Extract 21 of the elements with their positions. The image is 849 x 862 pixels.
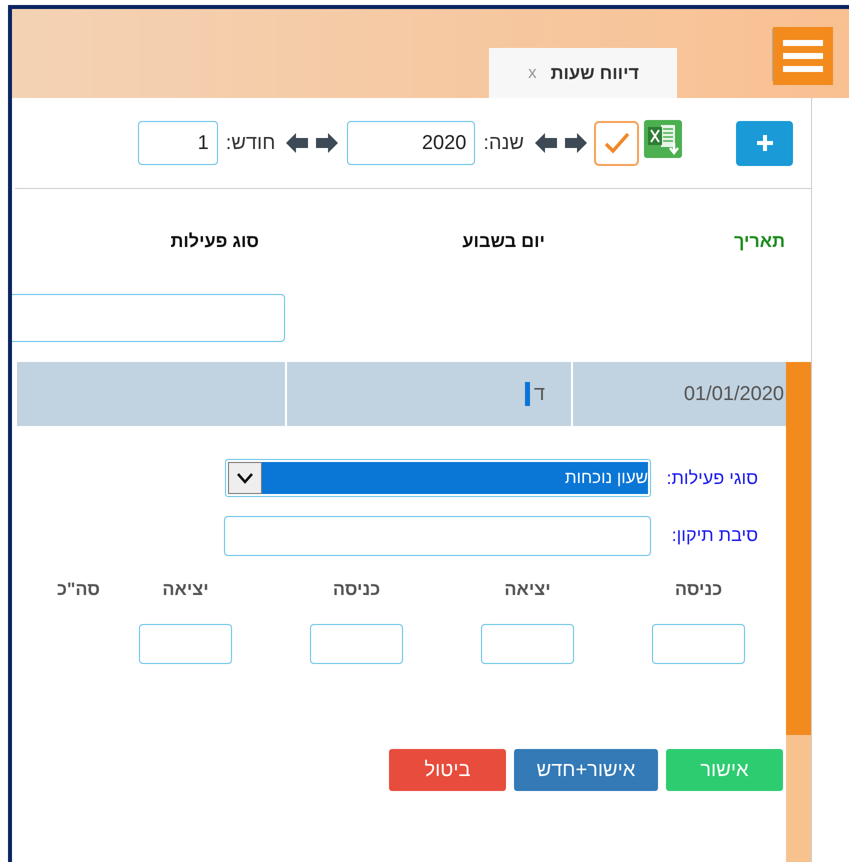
time-label: יציאה bbox=[162, 579, 209, 600]
time-label: כניסה bbox=[674, 579, 722, 600]
table-cell: ד bbox=[534, 382, 545, 406]
close-button[interactable]: x bbox=[528, 63, 537, 83]
column-header[interactable]: תאריך bbox=[734, 231, 785, 251]
action-button[interactable]: אישור+חדש bbox=[514, 749, 658, 791]
time-label: סה"כ bbox=[56, 579, 100, 600]
activity-label: סוגי פעילות: bbox=[665, 468, 758, 488]
tab-title: דיווח שעות bbox=[550, 62, 639, 84]
column-header[interactable]: סוג פעילות bbox=[170, 231, 259, 251]
time-label: יציאה bbox=[504, 579, 551, 600]
month-label: חודש: bbox=[226, 132, 276, 154]
table-cell: 01/01/2020 bbox=[684, 382, 784, 406]
year-label: שנה: bbox=[483, 132, 524, 154]
month-field[interactable]: 1 bbox=[138, 121, 218, 165]
action-button[interactable]: ביטול bbox=[389, 749, 506, 791]
reason-label: סיבת תיקון: bbox=[670, 525, 758, 546]
activity-select[interactable]: שעון נוכחות bbox=[225, 459, 651, 497]
time-label: כניסה bbox=[332, 579, 380, 600]
year-field[interactable]: 2020 bbox=[347, 121, 476, 165]
column-header[interactable]: יום בשבוע bbox=[462, 231, 545, 251]
